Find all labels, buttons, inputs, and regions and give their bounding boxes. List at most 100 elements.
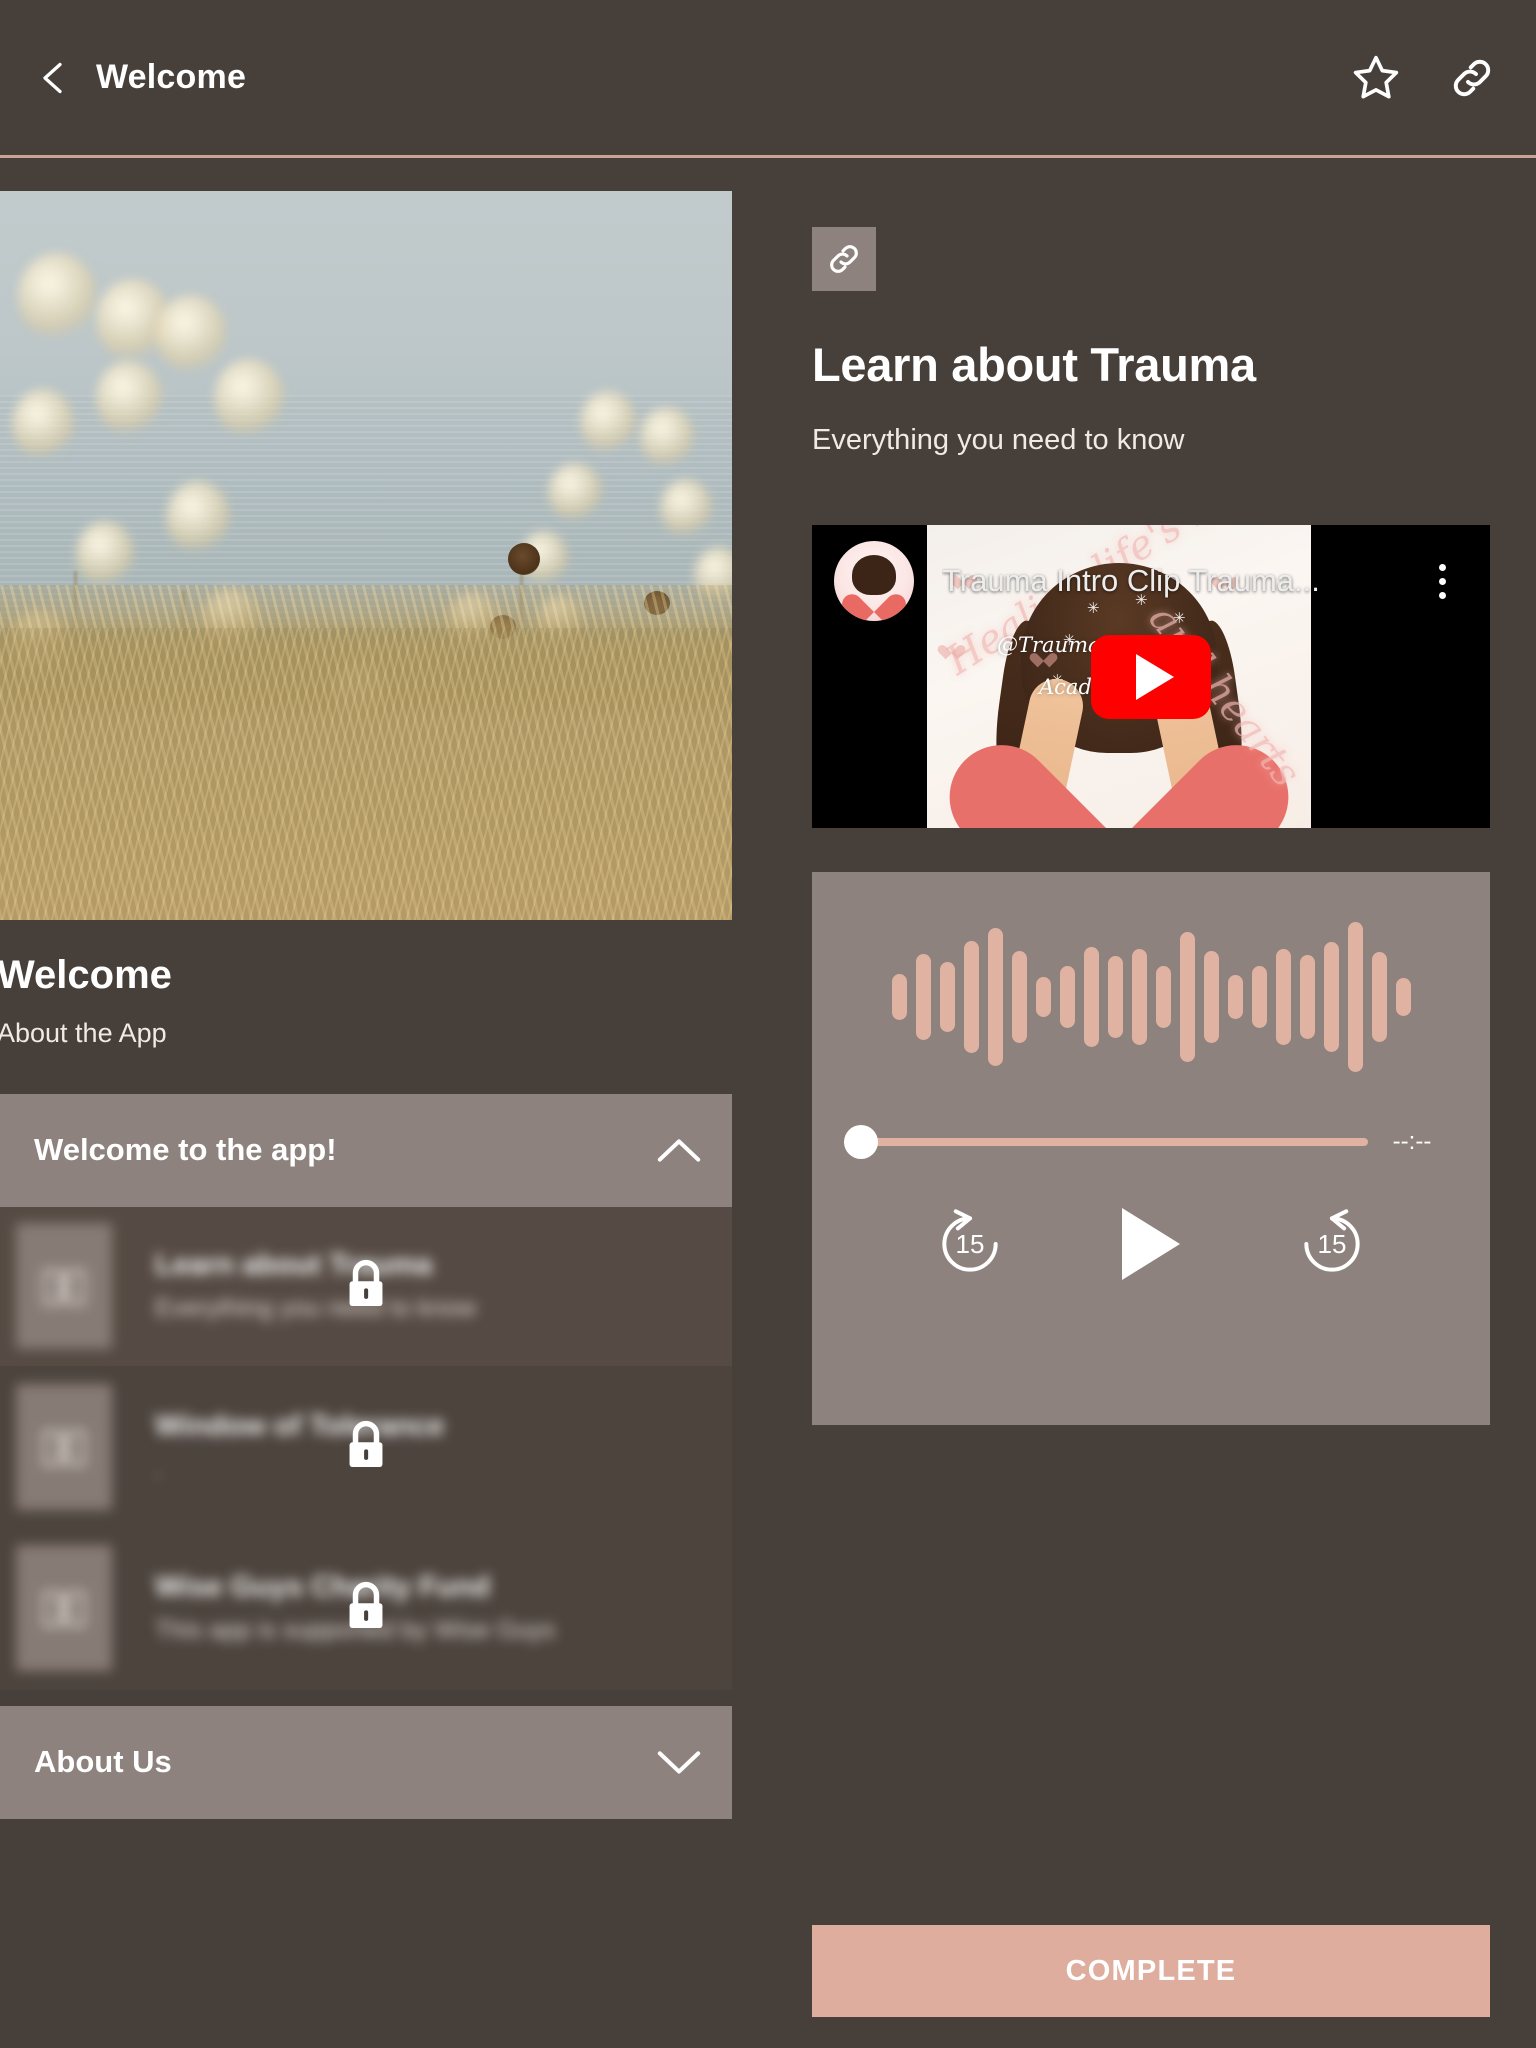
detail-link-button[interactable] [812, 227, 876, 291]
list-item-description: This app is supported by Wise Guys [155, 1616, 556, 1645]
waveform-bar [939, 962, 955, 1033]
hero-seedhead [660, 479, 712, 537]
accordion-label: Welcome to the app! [34, 1132, 337, 1168]
list-item-content: Window of Tolerance . [0, 1368, 732, 1527]
favorite-button[interactable] [1348, 50, 1404, 106]
accordion-welcome-to-the-app[interactable]: Welcome to the app! [0, 1093, 732, 1207]
waveform-bar [987, 928, 1003, 1067]
hero-thistle [508, 543, 540, 575]
forward-15-icon: 15 [1294, 1206, 1370, 1282]
list-item-description: Everything you need to know [155, 1294, 477, 1323]
page-title: Welcome [96, 58, 247, 96]
rewind-seconds-label: 15 [955, 1228, 985, 1259]
waveform-bar [915, 954, 931, 1041]
waveform-bar [1299, 955, 1315, 1040]
list-item-description: . [155, 1455, 162, 1484]
audio-progress-thumb[interactable] [844, 1125, 878, 1160]
hero-seedhead [640, 407, 694, 467]
replay-15-icon: 15 [932, 1206, 1008, 1282]
forward-15-button[interactable]: 15 [1294, 1206, 1370, 1282]
youtube-video-embed[interactable]: Healing life's hurts ✳ ✳ ✳ ✳ ✳ ✳ [812, 525, 1490, 829]
hero-seedhead [580, 391, 636, 453]
waveform-bar [1035, 977, 1051, 1018]
video-title[interactable]: Trauma Intro Clip Trauma... [942, 563, 1420, 599]
left-panel-subtitle: About the App [0, 1018, 167, 1048]
accordion-about-us[interactable]: About Us [0, 1705, 732, 1819]
waveform-bar [1227, 975, 1243, 1020]
detail-title: Learn about Trauma [812, 338, 1256, 391]
share-link-button[interactable] [1444, 50, 1500, 106]
hero-seedhead [548, 463, 602, 521]
star-outline-icon [1353, 55, 1399, 98]
lesson-list: Learn about Trauma Everything you need t… [0, 1206, 732, 1690]
hero-seedhead [12, 389, 74, 459]
list-item[interactable]: Learn about Trauma Everything you need t… [0, 1206, 732, 1368]
book-icon [16, 1223, 112, 1350]
avatar-heart [854, 581, 894, 617]
hero-grass-texture-2 [0, 628, 732, 920]
chevron-left-icon [43, 62, 62, 93]
app-bar-left-group: Welcome [0, 53, 246, 103]
waveform-bar [1395, 978, 1411, 1017]
list-item-content: Learn about Trauma Everything you need t… [0, 1207, 732, 1366]
waveform-bar [1179, 932, 1195, 1063]
book-icon [16, 1384, 112, 1511]
link-icon [830, 245, 858, 273]
app-bar-actions [1348, 0, 1500, 155]
chevron-down-icon [656, 1747, 702, 1777]
app-screen: Welcome Welcome About the App Welcome to… [0, 0, 1536, 2048]
list-item-texts: Learn about Trauma Everything you need t… [155, 1249, 476, 1323]
waveform-bar [963, 941, 979, 1054]
audio-progress-slider[interactable] [844, 1125, 1368, 1160]
hero-seedhead [96, 361, 162, 435]
detail-subtitle: Everything you need to know [812, 424, 1185, 457]
list-item-title: Wise Guys Charity Fund [155, 1571, 490, 1604]
app-bar: Welcome [0, 0, 1536, 158]
waveform-bar [1083, 947, 1099, 1048]
list-item-texts: Window of Tolerance . [155, 1410, 444, 1484]
back-button[interactable] [34, 53, 74, 103]
play-button[interactable] [1122, 1208, 1180, 1281]
waveform-bar [891, 974, 907, 1021]
audio-progress-row: --:-- [812, 1125, 1490, 1160]
waveform-bar [1275, 949, 1291, 1046]
hero-image [0, 191, 732, 920]
left-panel-title: Welcome [0, 953, 172, 997]
rewind-15-button[interactable]: 15 [932, 1206, 1008, 1282]
list-item-title: Window of Tolerance [155, 1410, 445, 1443]
list-item-title: Learn about Trauma [155, 1249, 433, 1282]
accordion-label: About Us [34, 1744, 172, 1780]
youtube-title-bar: Trauma Intro Clip Trauma... [812, 525, 1490, 637]
audio-time-label: --:-- [1392, 1128, 1432, 1156]
heart-icon [943, 639, 960, 655]
waveform-bar [1107, 956, 1123, 1039]
play-icon [1122, 1208, 1180, 1281]
kebab-dot [1438, 563, 1446, 571]
waveform-bar [1347, 922, 1363, 1073]
kebab-dot [1438, 577, 1446, 585]
channel-avatar[interactable] [834, 541, 914, 622]
kebab-dot [1438, 591, 1446, 599]
list-item-texts: Wise Guys Charity Fund This app is suppo… [155, 1571, 555, 1645]
play-triangle-icon [1136, 653, 1174, 700]
youtube-play-button[interactable] [1091, 634, 1211, 719]
hero-seedhead [214, 359, 284, 437]
waveform-bar [1011, 951, 1027, 1044]
list-item[interactable]: Window of Tolerance . [0, 1367, 732, 1529]
chevron-up-icon [656, 1135, 702, 1165]
complete-button[interactable]: COMPLETE [812, 1925, 1490, 2017]
waveform-bar [1371, 952, 1387, 1043]
hero-seedhead [76, 521, 134, 587]
audio-waveform [812, 872, 1490, 1122]
audio-player: --:-- 15 15 [812, 872, 1490, 1426]
waveform-bar [1155, 966, 1171, 1029]
waveform-bar [1323, 942, 1339, 1053]
waveform-bar [1059, 966, 1075, 1029]
hero-seedhead [166, 481, 230, 553]
list-item[interactable]: Wise Guys Charity Fund This app is suppo… [0, 1528, 732, 1690]
hero-seedhead [18, 253, 96, 339]
waveform-bar [1251, 966, 1267, 1029]
kebab-menu-icon[interactable] [1420, 563, 1464, 599]
forward-seconds-label: 15 [1317, 1228, 1347, 1259]
audio-controls: 15 15 [812, 1206, 1490, 1282]
